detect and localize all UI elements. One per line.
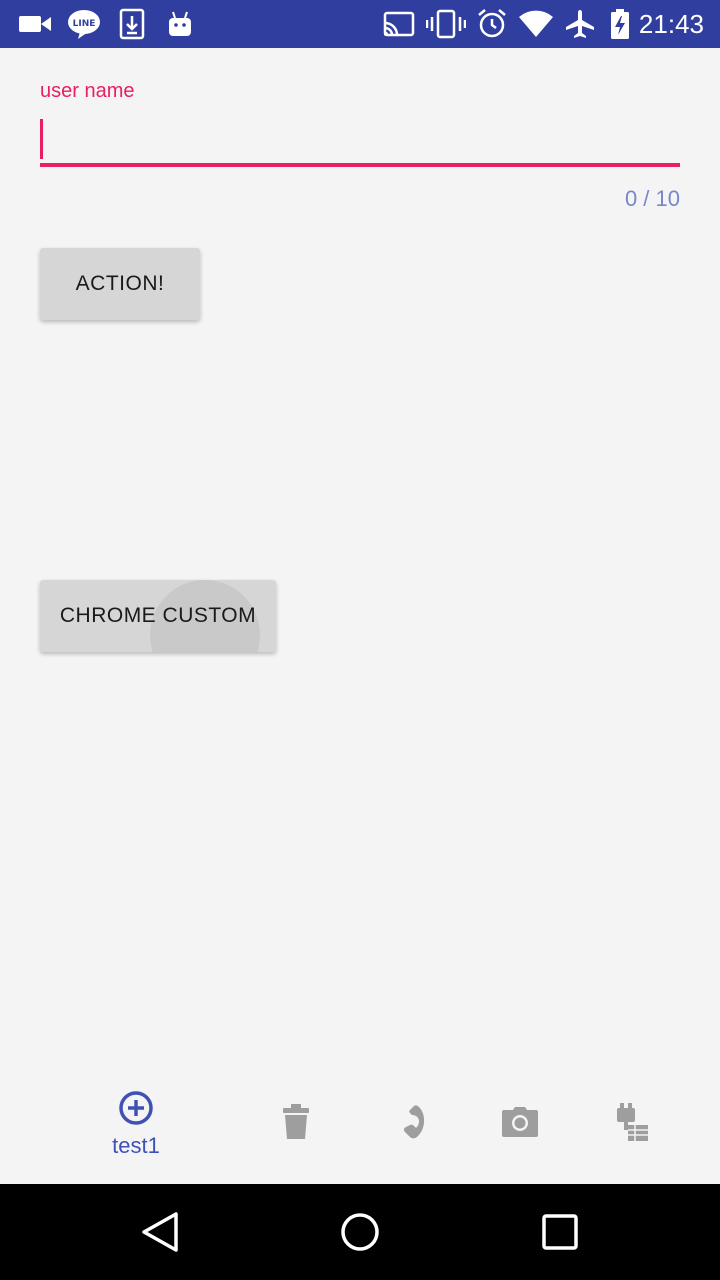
alarm-icon: [476, 8, 508, 40]
wifi-icon: [518, 8, 554, 40]
clock: 21:43: [638, 9, 704, 39]
bottom-navigation: test1: [0, 1064, 720, 1184]
main-content: user name 0 / 10 ACTION! CHROME CUSTOM t…: [0, 48, 720, 1184]
chrome-custom-button-label: CHROME CUSTOM: [59, 604, 257, 627]
chrome-custom-button[interactable]: CHROME CUSTOM: [40, 580, 276, 652]
char-counter: 0 / 10: [624, 186, 680, 211]
battery-charging-icon: [608, 8, 632, 40]
username-input[interactable]: [40, 118, 680, 166]
camera-icon: [501, 1106, 539, 1143]
action-button-label: ACTION!: [75, 272, 165, 295]
add-circle-icon: [118, 1090, 154, 1131]
nav-item-trash[interactable]: [240, 1064, 352, 1184]
nav-item-device-hub[interactable]: [576, 1064, 688, 1184]
home-icon[interactable]: [336, 1208, 384, 1256]
text-caret: [40, 119, 43, 159]
recents-icon[interactable]: [536, 1208, 584, 1256]
action-button[interactable]: ACTION!: [40, 248, 200, 320]
trash-icon: [280, 1103, 312, 1146]
airplane-icon: [564, 8, 596, 40]
system-navigation-bar: [0, 1184, 720, 1280]
device-hub-icon: [614, 1101, 650, 1148]
vibrate-icon: [426, 8, 466, 40]
android-icon: [166, 8, 194, 40]
line-app-icon: LINE: [66, 8, 102, 40]
svg-text:LINE: LINE: [73, 19, 96, 29]
status-bar: LINE 21:43: [0, 0, 720, 48]
phone-icon: [388, 1102, 428, 1147]
back-icon[interactable]: [136, 1208, 184, 1256]
nav-item-test1[interactable]: test1: [80, 1064, 192, 1184]
username-underline: [40, 163, 680, 167]
nav-item-phone[interactable]: [352, 1064, 464, 1184]
cast-icon: [382, 8, 416, 40]
nav-item-camera[interactable]: [464, 1064, 576, 1184]
video-camera-icon: [18, 8, 52, 40]
username-label: user name: [40, 80, 135, 102]
nav-item-label: test1: [112, 1132, 160, 1158]
download-icon: [118, 8, 146, 40]
